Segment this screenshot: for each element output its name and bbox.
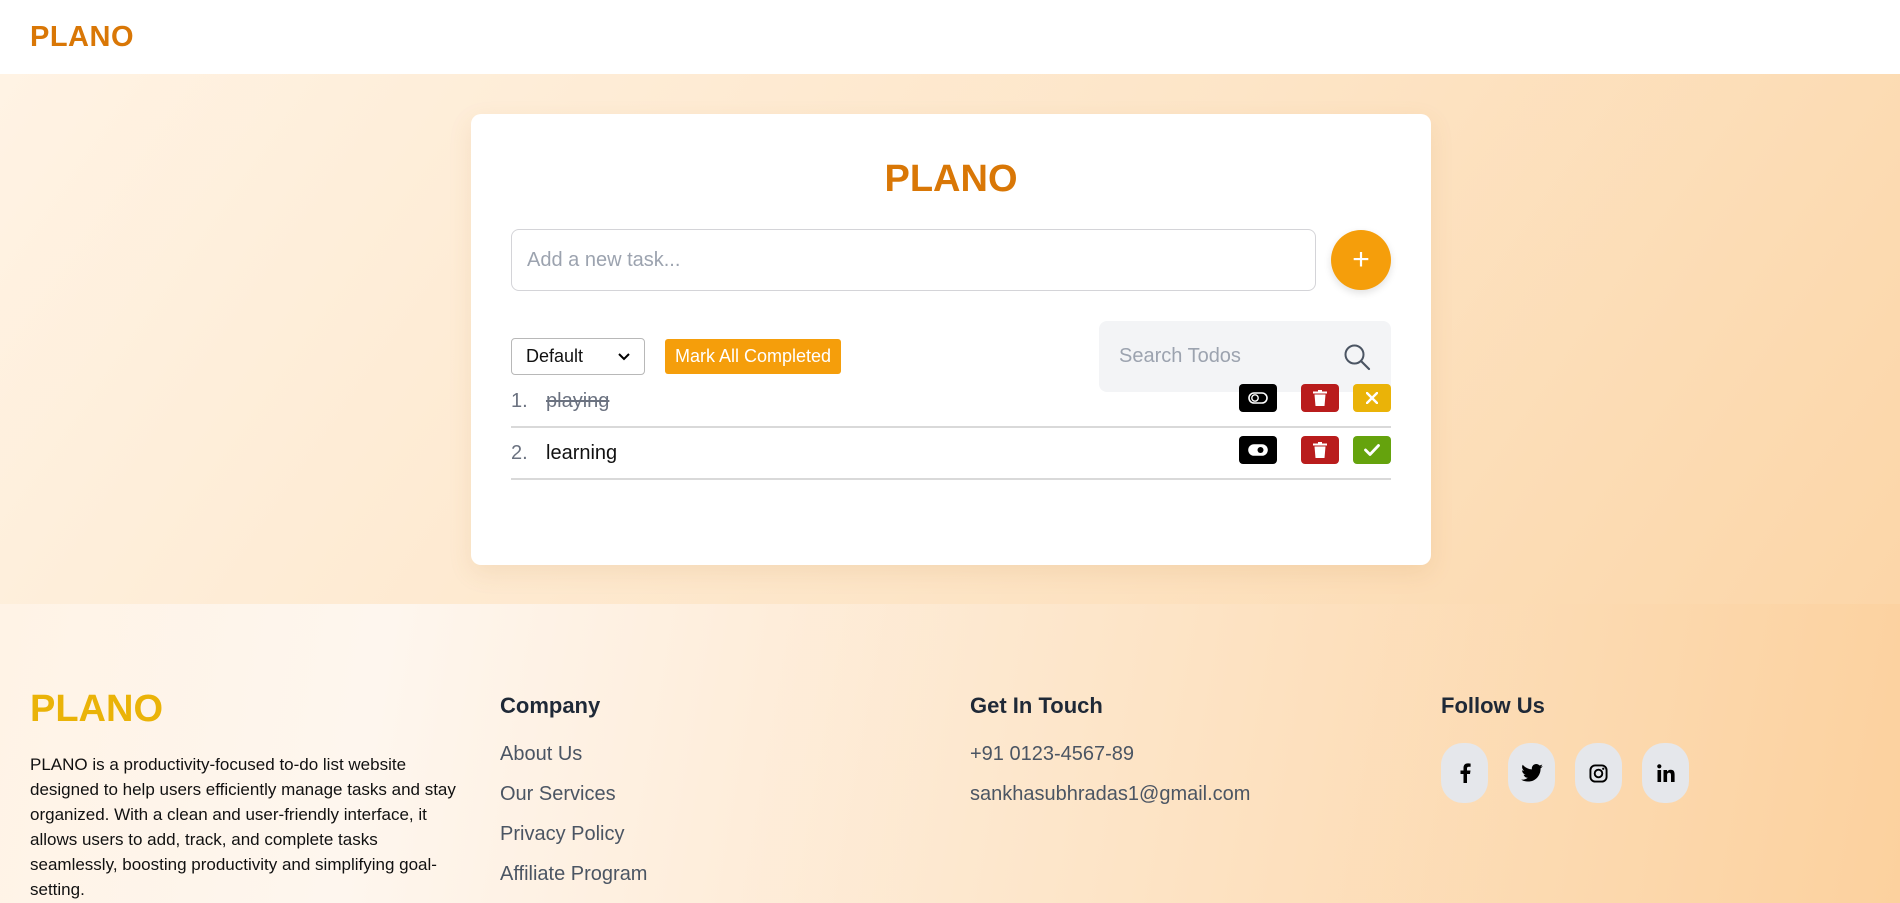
footer-follow-heading: Follow Us bbox=[1441, 693, 1545, 718]
card-title: PLANO bbox=[884, 158, 1018, 200]
footer-description: PLANO is a productivity-focused to-do li… bbox=[30, 755, 456, 899]
footer-link-privacy-policy[interactable]: Privacy Policy bbox=[500, 823, 647, 863]
twitter-icon bbox=[1520, 764, 1543, 782]
footer-company-column: Company About Us Our Services Privacy Po… bbox=[500, 688, 647, 903]
linkedin-link[interactable] bbox=[1642, 743, 1689, 803]
toggle-todo-button[interactable] bbox=[1239, 384, 1277, 412]
todo-number: 1. bbox=[511, 389, 528, 412]
toggle-off-icon bbox=[1248, 392, 1268, 404]
footer-brand-logo: PLANO bbox=[30, 688, 163, 730]
delete-todo-button[interactable] bbox=[1301, 436, 1339, 464]
footer-email[interactable]: sankhasubhradas1@gmail.com bbox=[970, 783, 1250, 823]
site-footer: PLANO PLANO is a productivity-focused to… bbox=[0, 604, 1900, 903]
chevron-down-icon bbox=[618, 352, 630, 360]
instagram-link[interactable] bbox=[1575, 743, 1622, 803]
twitter-link[interactable] bbox=[1508, 743, 1555, 803]
social-links bbox=[1441, 743, 1689, 803]
facebook-icon bbox=[1460, 763, 1471, 783]
footer-link-our-services[interactable]: Our Services bbox=[500, 783, 647, 823]
footer-contact-column: Get In Touch +91 0123-4567-89 sankhasubh… bbox=[970, 688, 1250, 823]
toggle-todo-button[interactable] bbox=[1239, 436, 1277, 464]
mark-complete-button[interactable] bbox=[1353, 436, 1391, 464]
new-task-input[interactable] bbox=[511, 229, 1316, 291]
navbar-brand-logo[interactable]: PLANO bbox=[30, 21, 134, 54]
close-icon bbox=[1366, 392, 1378, 404]
instagram-icon bbox=[1589, 763, 1608, 783]
search-icon[interactable] bbox=[1343, 343, 1371, 371]
mark-incomplete-button[interactable] bbox=[1353, 384, 1391, 412]
footer-phone[interactable]: +91 0123-4567-89 bbox=[970, 743, 1250, 783]
footer-company-heading: Company bbox=[500, 693, 601, 718]
linkedin-icon bbox=[1656, 764, 1675, 782]
check-icon bbox=[1364, 444, 1380, 456]
trash-icon bbox=[1313, 442, 1327, 458]
top-navbar: PLANO bbox=[0, 0, 1900, 74]
todo-number: 2. bbox=[511, 441, 528, 464]
todo-item: 2. learning bbox=[511, 428, 1391, 480]
toggle-on-icon bbox=[1248, 444, 1268, 456]
footer-link-about-us[interactable]: About Us bbox=[500, 743, 647, 783]
todo-card: PLANO + Default Mark All Completed Searc… bbox=[471, 114, 1431, 565]
facebook-link[interactable] bbox=[1441, 743, 1488, 803]
todo-item: 1. playing bbox=[511, 376, 1391, 428]
footer-follow-column: Follow Us bbox=[1441, 688, 1689, 803]
add-task-button[interactable]: + bbox=[1331, 230, 1391, 290]
trash-icon bbox=[1313, 390, 1327, 406]
footer-link-affiliate-program[interactable]: Affiliate Program bbox=[500, 863, 647, 903]
delete-todo-button[interactable] bbox=[1301, 384, 1339, 412]
mark-all-completed-button[interactable]: Mark All Completed bbox=[665, 339, 842, 374]
hero-section: PLANO + Default Mark All Completed Searc… bbox=[0, 74, 1900, 604]
sort-select[interactable]: Default bbox=[511, 338, 645, 375]
search-todos-placeholder: Search Todos bbox=[1119, 345, 1241, 367]
footer-contact-heading: Get In Touch bbox=[970, 693, 1103, 718]
sort-select-value: Default bbox=[526, 346, 584, 366]
